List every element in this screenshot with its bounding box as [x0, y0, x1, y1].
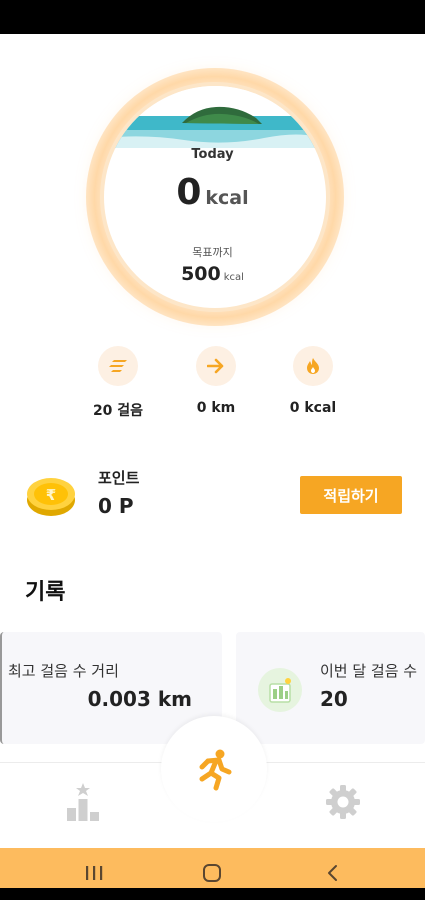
record-value: 0.003 km [87, 687, 192, 711]
calorie-unit: kcal [205, 187, 249, 209]
arrow-right-icon [196, 346, 236, 386]
record-label: 최고 걸음 수 거리 [8, 662, 119, 680]
record-label: 이번 달 걸음 수 [320, 662, 418, 680]
earn-points-button[interactable]: 적립하기 [300, 476, 402, 514]
record-value: 20 [320, 687, 348, 711]
running-icon[interactable] [192, 747, 236, 791]
gear-icon[interactable] [325, 784, 361, 820]
points-title: 포인트 [98, 469, 140, 487]
goal-unit: kcal [223, 272, 244, 283]
goal-value: 500 [181, 263, 221, 285]
back-icon[interactable] [325, 864, 339, 882]
steps-icon [98, 346, 138, 386]
today-label: Today [191, 147, 234, 162]
records-title: 기록 [25, 580, 66, 605]
calories-label: 0 kcal [289, 400, 337, 416]
svg-text:₹: ₹ [46, 486, 56, 504]
calorie-readout: 0 kcal [0, 172, 425, 213]
ranking-icon[interactable] [66, 782, 100, 822]
flame-icon [293, 346, 333, 386]
calendar-steps-icon [258, 668, 302, 712]
points-value: 0 P [98, 494, 134, 518]
record-card-monthly-steps[interactable]: 이번 달 걸음 수 20 [236, 632, 425, 744]
calorie-value: 0 [176, 172, 202, 213]
system-nav-edge [0, 888, 425, 900]
goal-label: 목표까지 [192, 246, 233, 259]
goal-readout: 500 kcal [0, 263, 425, 285]
home-icon[interactable] [203, 864, 221, 882]
island-illustration [104, 86, 326, 148]
status-bar [0, 0, 425, 34]
stat-calories: 0 kcal [253, 346, 373, 416]
coin-icon: ₹ [27, 478, 75, 516]
recent-apps-icon[interactable] [83, 866, 105, 880]
